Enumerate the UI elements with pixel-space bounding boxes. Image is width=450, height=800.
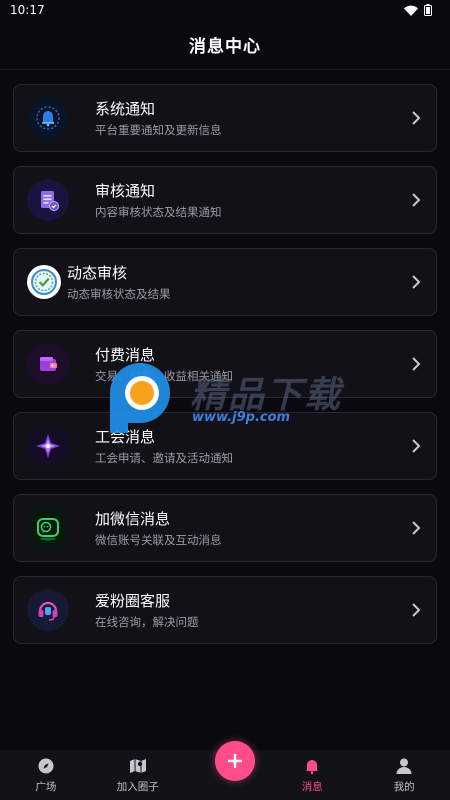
- compass-icon: [38, 758, 54, 774]
- create-post-button[interactable]: [215, 741, 255, 781]
- message-item-subtitle: 工会申请、邀请及活动通知: [95, 450, 233, 465]
- message-item-wechat[interactable]: 加微信消息 微信账号关联及互动消息: [13, 494, 437, 562]
- status-bar: 10:17: [0, 0, 450, 20]
- document-check-icon: [27, 179, 69, 221]
- nav-label: 加入圈子: [116, 781, 159, 793]
- nav-join-circle[interactable]: 加入圈子: [92, 750, 184, 800]
- chevron-right-icon: [412, 357, 421, 371]
- message-category-list: 系统通知 平台重要通知及更新信息 审核通知 内容审核状态及结果通知 动态审核 动…: [13, 84, 437, 658]
- message-item-subtitle: 内容审核状态及结果通知: [95, 204, 222, 219]
- nav-plaza[interactable]: 广场: [0, 750, 92, 800]
- nav-label: 我的: [393, 781, 415, 793]
- message-item-title: 审核通知: [95, 181, 156, 200]
- message-item-paid[interactable]: 付费消息 交易、付款、收益相关通知: [13, 330, 437, 398]
- crystal-icon: [27, 425, 69, 467]
- chevron-right-icon: [412, 603, 421, 617]
- headset-icon: [27, 589, 69, 631]
- page-title: 消息中心: [189, 37, 261, 57]
- wifi-icon: [404, 5, 418, 16]
- bell-icon: [305, 760, 319, 774]
- message-item-title: 付费消息: [95, 345, 156, 364]
- message-item-title: 工会消息: [95, 427, 156, 446]
- nav-label: 广场: [35, 781, 57, 793]
- page-header: 消息中心: [0, 20, 450, 70]
- message-item-title: 系统通知: [95, 99, 156, 118]
- nav-profile[interactable]: 我的: [358, 750, 450, 800]
- message-item-service[interactable]: 爱粉圈客服 在线咨询，解决问题: [13, 576, 437, 644]
- nav-label: 消息: [301, 781, 323, 793]
- message-item-title: 爱粉圈客服: [95, 591, 171, 610]
- chevron-right-icon: [412, 521, 421, 535]
- status-icons: [404, 4, 432, 16]
- chevron-right-icon: [412, 275, 421, 289]
- message-item-subtitle: 动态审核状态及结果: [67, 286, 171, 301]
- message-item-review[interactable]: 审核通知 内容审核状态及结果通知: [13, 166, 437, 234]
- chevron-right-icon: [412, 193, 421, 207]
- chevron-right-icon: [412, 111, 421, 125]
- message-item-subtitle: 平台重要通知及更新信息: [95, 122, 222, 137]
- wechat-icon: [27, 507, 69, 549]
- message-item-subtitle: 微信账号关联及互动消息: [95, 532, 222, 547]
- message-item-system[interactable]: 系统通知 平台重要通知及更新信息: [13, 84, 437, 152]
- person-icon: [396, 758, 412, 774]
- nav-messages[interactable]: 消息: [266, 750, 358, 800]
- checkmark-badge-icon: [27, 265, 61, 299]
- message-item-guild[interactable]: 工会消息 工会申请、邀请及活动通知: [13, 412, 437, 480]
- status-time: 10:17: [10, 3, 45, 17]
- message-item-subtitle: 在线咨询，解决问题: [95, 614, 199, 629]
- message-item-title: 动态审核: [67, 263, 128, 282]
- message-item-moments[interactable]: 动态审核 动态审核状态及结果: [13, 248, 437, 316]
- map-icon: [129, 759, 146, 773]
- plus-icon: [227, 753, 243, 769]
- chevron-right-icon: [412, 439, 421, 453]
- bell-icon: [27, 97, 69, 139]
- battery-icon: [424, 4, 432, 16]
- wallet-icon: [27, 343, 69, 385]
- message-item-subtitle: 交易、付款、收益相关通知: [95, 368, 233, 383]
- message-item-title: 加微信消息: [95, 509, 171, 528]
